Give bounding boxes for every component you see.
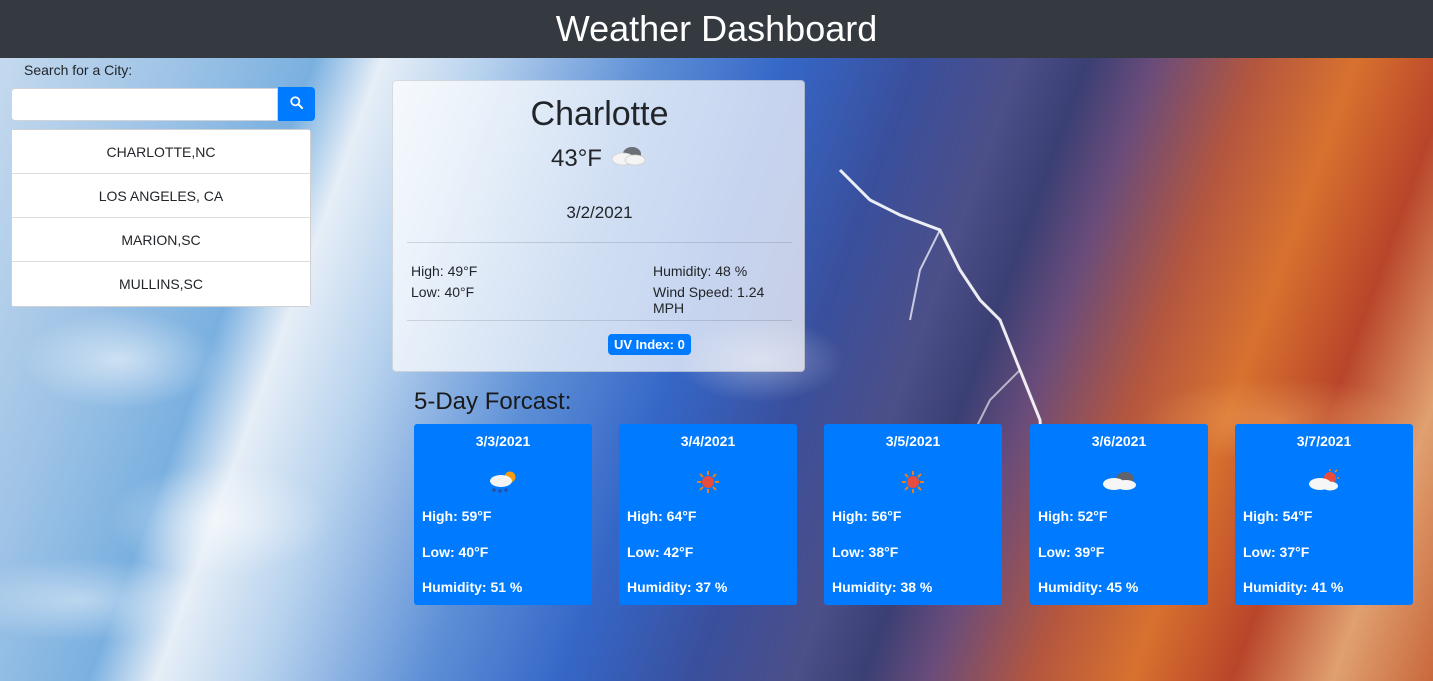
search-button[interactable]	[278, 87, 315, 121]
forecast-title: 5-Day Forcast:	[414, 388, 572, 415]
cloudy-icon	[1099, 468, 1139, 499]
forecast-low: Low: 42°F	[627, 544, 694, 560]
forecast-date: 3/4/2021	[680, 433, 736, 449]
current-low: Low: 40°F	[411, 284, 475, 300]
forecast-card: 3/7/2021 High: 54°F Low: 37°F Humidity: …	[1235, 424, 1413, 605]
sun-icon	[899, 468, 927, 501]
history-item-los-angeles[interactable]: LOS ANGELES, CA	[12, 174, 310, 218]
forecast-low: Low: 38°F	[832, 544, 899, 560]
search-icon	[290, 96, 304, 112]
history-item-charlotte[interactable]: CHARLOTTE,NC	[12, 130, 310, 174]
forecast-humidity: Humidity: 51 %	[422, 579, 523, 595]
current-city-name: Charlotte	[530, 95, 669, 133]
forecast-card: 3/3/2021 High: 59°F Low: 40°F Humidity: …	[414, 424, 592, 605]
forecast-high: High: 52°F	[1038, 508, 1108, 524]
forecast-high: High: 64°F	[627, 508, 697, 524]
current-temperature: 43°F	[551, 144, 602, 172]
history-item-marion[interactable]: MARION,SC	[12, 218, 310, 262]
forecast-high: High: 56°F	[832, 508, 902, 524]
forecast-humidity: Humidity: 45 %	[1038, 579, 1139, 595]
forecast-card: 3/5/2021 High: 56°F Low: 38°F Humidity: …	[824, 424, 1002, 605]
current-date: 3/2/2021	[566, 203, 633, 222]
forecast-low: Low: 37°F	[1243, 544, 1310, 560]
current-wind-speed: Wind Speed: 1.24 MPH	[653, 284, 765, 316]
current-humidity: Humidity: 48 %	[653, 263, 748, 279]
forecast-high: High: 54°F	[1243, 508, 1313, 524]
forecast-low: Low: 39°F	[1038, 544, 1105, 560]
current-weather-card: Charlotte 43°F 3/2/2021 High: 49°F Low: …	[392, 80, 805, 372]
search-label: Search for a City:	[24, 62, 133, 78]
forecast-high: High: 59°F	[422, 508, 492, 524]
current-weather-header: Charlotte 43°F 3/2/2021	[407, 81, 792, 243]
forecast-date: 3/6/2021	[1091, 433, 1147, 449]
rain-sun-icon	[485, 468, 521, 501]
search-input[interactable]	[11, 88, 278, 121]
history-item-mullins[interactable]: MULLINS,SC	[12, 262, 310, 306]
forecast-humidity: Humidity: 38 %	[832, 579, 933, 595]
forecast-date: 3/5/2021	[885, 433, 941, 449]
cloudy-icon	[608, 143, 648, 174]
forecast-low: Low: 40°F	[422, 544, 489, 560]
forecast-card: 3/6/2021 High: 52°F Low: 39°F Humidity: …	[1030, 424, 1208, 605]
current-high: High: 49°F	[411, 263, 478, 279]
forecast-date: 3/3/2021	[475, 433, 531, 449]
partly-cloudy-icon	[1304, 468, 1344, 499]
app-header: Weather Dashboard	[0, 0, 1433, 58]
uv-index-badge: UV Index: 0	[608, 334, 691, 355]
page-title: Weather Dashboard	[555, 8, 878, 49]
current-temp-row: 43°F	[407, 143, 792, 174]
search-history-list: CHARLOTTE,NC LOS ANGELES, CA MARION,SC M…	[11, 129, 311, 307]
forecast-humidity: Humidity: 41 %	[1243, 579, 1344, 595]
forecast-card: 3/4/2021 High: 64°F Low: 42°F Humidity: …	[619, 424, 797, 605]
forecast-date: 3/7/2021	[1296, 433, 1352, 449]
current-details: High: 49°F Low: 40°F Humidity: 48 % Wind…	[407, 243, 792, 321]
sun-icon	[694, 468, 722, 501]
forecast-humidity: Humidity: 37 %	[627, 579, 728, 595]
